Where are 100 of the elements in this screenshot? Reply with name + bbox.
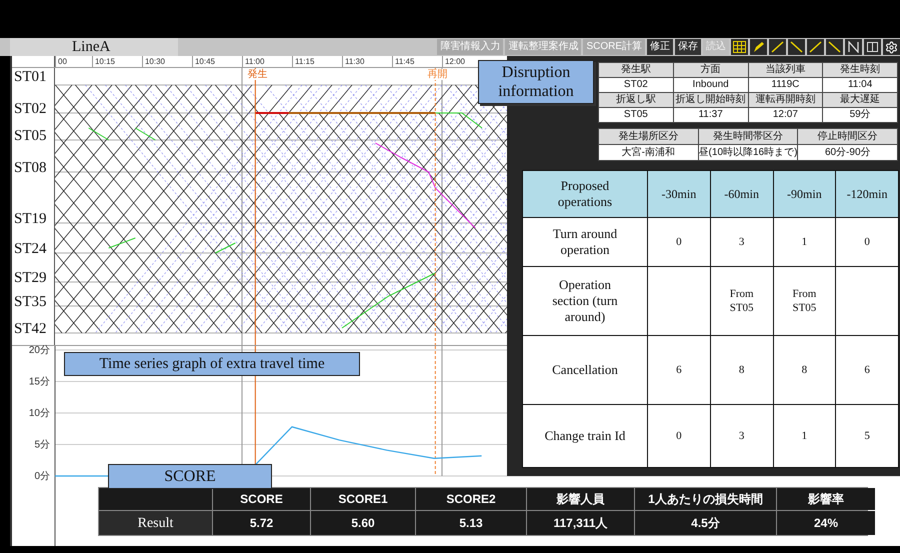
- table-header-cell: 折返し駅: [599, 93, 673, 107]
- table-cell: Inbound: [674, 78, 748, 92]
- line-icon[interactable]: [807, 39, 824, 55]
- time-label: 10:15: [92, 56, 116, 67]
- row-header-cell: Result: [99, 511, 212, 535]
- line-icon[interactable]: [769, 39, 786, 55]
- table-cell: 昼(10時以降16時まで): [698, 145, 798, 160]
- time-label: 11:00: [242, 56, 264, 67]
- table-cell: From ST05: [774, 267, 836, 335]
- table-header-cell: 発生時刻: [823, 63, 897, 77]
- table-header-cell: 停止時間区分: [798, 129, 898, 144]
- table-cell: 0: [648, 218, 710, 266]
- time-label: 10:45: [192, 56, 216, 67]
- table-cell: 0: [648, 405, 710, 467]
- table-header-cell: -120min: [836, 171, 898, 217]
- table-cell: From ST05: [710, 267, 772, 335]
- table-cell: 8: [774, 336, 836, 404]
- station-label: ST02: [14, 101, 47, 117]
- table-cell: ST05: [599, 108, 673, 122]
- table-header-cell: 1人あたりの損失時間: [635, 488, 776, 510]
- table-header-cell: 発生時間帯区分: [698, 129, 798, 144]
- toolbar-button[interactable]: 保存: [675, 39, 701, 55]
- time-label: 11:30: [342, 56, 364, 67]
- time-label: 11:15: [292, 56, 314, 67]
- table-cell: 24%: [777, 511, 875, 535]
- toolbar-button[interactable]: 修正: [647, 39, 673, 55]
- table-header-cell: 影響人員: [527, 488, 634, 510]
- table-header-cell: -60min: [710, 171, 772, 217]
- time-label: 11:45: [392, 56, 414, 67]
- line-icon[interactable]: [826, 39, 843, 55]
- y-tick-label: 15分: [28, 376, 50, 388]
- table-cell: 1: [774, 218, 836, 266]
- table-header-cell: -30min: [648, 171, 710, 217]
- panel-icon[interactable]: [864, 39, 881, 55]
- row-header-cell: Cancellation: [523, 336, 647, 404]
- row-header-cell: Operation section (turn around): [523, 267, 647, 335]
- table-cell: 5.13: [416, 511, 526, 535]
- station-label: ST35: [14, 294, 47, 310]
- table-cell: 12:07: [748, 108, 822, 122]
- table-cell: 11:04: [823, 78, 897, 92]
- table-cell: 8: [710, 336, 772, 404]
- pencil-icon[interactable]: [750, 39, 767, 55]
- station-label: ST01: [14, 69, 47, 85]
- callout-label: Time series graph of extra travel time: [64, 352, 360, 376]
- line-tab[interactable]: LineA: [10, 38, 178, 56]
- table-cell: [836, 267, 898, 335]
- y-tick-label: 20分: [28, 345, 50, 356]
- table-cell: 6: [648, 336, 710, 404]
- table-cell: 1119C: [748, 78, 822, 92]
- table-header-cell: 発生駅: [599, 63, 673, 77]
- table-header-cell: Proposed operations: [523, 171, 647, 217]
- toolbar-button[interactable]: 運転整理案作成: [505, 39, 582, 55]
- table-cell: 60分-90分: [798, 145, 897, 160]
- station-label: ST19: [14, 211, 47, 227]
- table-cell: 6: [836, 336, 898, 404]
- toolbar-button[interactable]: SCORE計算: [583, 39, 645, 55]
- station-label: ST08: [14, 160, 47, 176]
- station-label: ST05: [14, 128, 47, 144]
- table-cell: 3: [710, 218, 772, 266]
- y-tick-label: 10分: [28, 408, 50, 419]
- toolbar-button[interactable]: 障害情報入力: [437, 39, 504, 55]
- table-cell: 0: [836, 218, 898, 266]
- table-cell: 3: [710, 405, 772, 467]
- table-header-cell: -90min: [774, 171, 836, 217]
- table-header-cell: 運転再開時刻: [748, 93, 822, 107]
- line-icon[interactable]: [788, 39, 805, 55]
- table-cell: 1: [774, 405, 836, 467]
- event-label: 再開: [427, 69, 448, 80]
- row-header-cell: Turn around operation: [523, 218, 647, 266]
- y-tick-label: 0分: [34, 471, 50, 482]
- n-shape-icon[interactable]: [845, 39, 862, 55]
- station-label: ST42: [14, 321, 47, 337]
- row-header-cell: Change train Id: [523, 405, 647, 467]
- table-cell: 117,311人: [527, 511, 634, 535]
- table-cell: 5.60: [311, 511, 415, 535]
- time-label: 00: [55, 56, 67, 67]
- table-header-cell: 影響率: [777, 488, 875, 510]
- callout-label: SCORE: [108, 464, 272, 489]
- table-cell: 大宮-南浦和: [599, 145, 698, 160]
- table-cell: ST02: [599, 78, 673, 92]
- table-cell: 5.72: [213, 511, 310, 535]
- table-cell: 4.5分: [635, 511, 776, 535]
- table-header-cell: 当該列車: [748, 63, 822, 77]
- table-cell: 11:37: [674, 108, 748, 122]
- table-header-cell: 折返し開始時刻: [674, 93, 748, 107]
- event-label: 発生: [247, 69, 268, 80]
- callout-label: Disruption information: [478, 60, 594, 104]
- table-cell: 59分: [823, 108, 897, 122]
- table-header-cell: SCORE: [213, 488, 310, 510]
- table-cell: [648, 267, 710, 335]
- station-label: ST29: [14, 270, 47, 286]
- table-header-cell: 最大遅延: [823, 93, 897, 107]
- table-cell: 5: [836, 405, 898, 467]
- time-label: 12:00: [442, 56, 466, 67]
- grid-icon[interactable]: [731, 39, 748, 55]
- y-tick-label: 5分: [34, 440, 50, 450]
- table-header-cell: SCORE1: [311, 488, 415, 510]
- settings-icon[interactable]: [883, 39, 900, 55]
- table-header-cell: 発生場所区分: [599, 129, 698, 144]
- time-label: 10:30: [142, 56, 166, 67]
